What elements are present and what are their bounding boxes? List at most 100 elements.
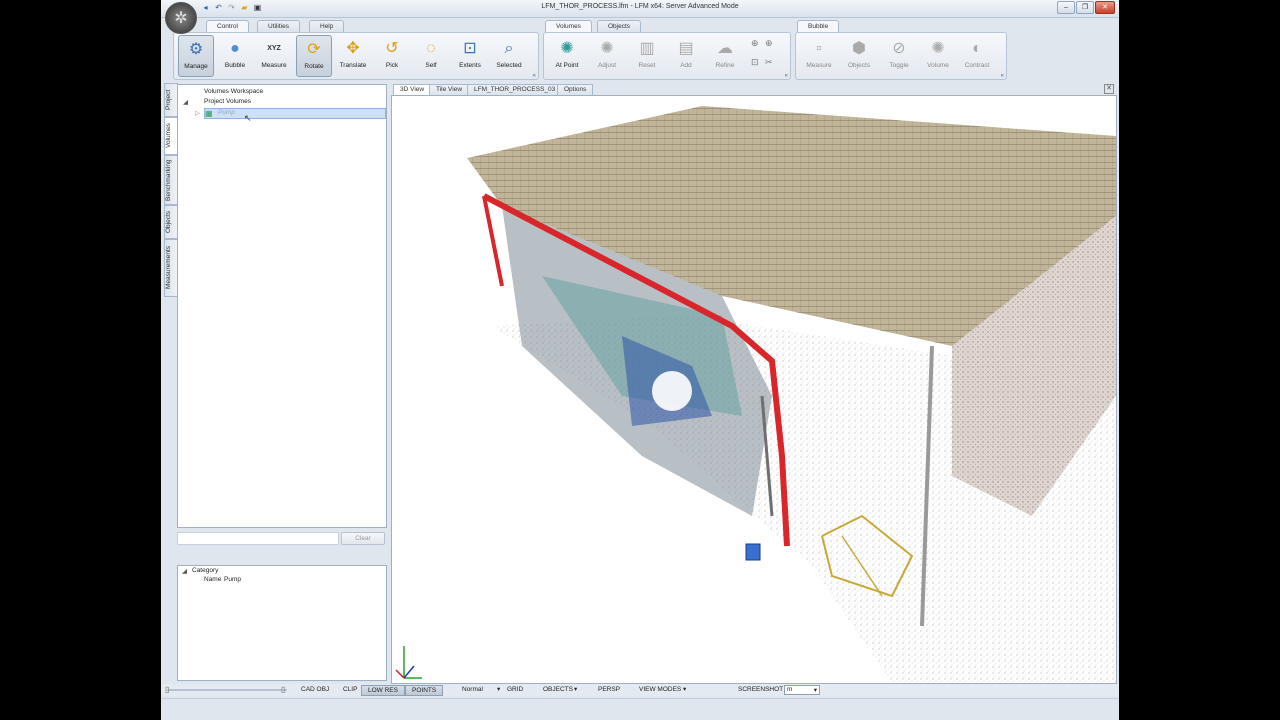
tree-project-volumes[interactable]: Project Volumes (204, 98, 251, 105)
volume-node-icon: ▦ (205, 109, 213, 118)
toggle-icon: ⊘ (892, 40, 906, 57)
clip-toggle[interactable]: CLIP (343, 686, 357, 693)
mouse-cursor-icon: ↖ (244, 113, 252, 123)
minimize-button[interactable]: – (1057, 1, 1075, 14)
at-point-button[interactable]: ✺ At Point (550, 35, 584, 75)
property-name-key: Name (204, 576, 222, 583)
objects-toggle[interactable]: OBJECTS (543, 686, 573, 693)
properties-panel: ◢ Category Name Pump (177, 565, 387, 681)
small-tool-1-icon[interactable]: ⊕ (751, 38, 761, 48)
tab-control[interactable]: Control (206, 20, 249, 32)
at-point-icon: ✺ (560, 40, 574, 57)
property-name-value[interactable]: Pump (224, 576, 241, 583)
bubble-objects-button[interactable]: ⬢ Objects (842, 35, 876, 75)
bottom-panel-strip (161, 698, 1119, 720)
grid-toggle[interactable]: GRID (507, 686, 523, 693)
window-controls: – ❐ ✕ (1057, 1, 1115, 14)
contrast-button[interactable]: ◐ Contrast (960, 35, 994, 75)
objects-dropdown-icon[interactable]: ▾ (574, 685, 577, 693)
adjust-button[interactable]: ✺ Adjust (590, 35, 624, 75)
close-view-icon[interactable]: ✕ (1104, 84, 1114, 94)
extents-button[interactable]: ⊡ Extents (453, 35, 487, 75)
tab-bubble[interactable]: Bubble (797, 20, 840, 32)
manage-button[interactable]: ⚙ Manage (178, 35, 214, 77)
small-tool-3-icon[interactable]: ⊡ (751, 57, 761, 67)
side-tab-benchmarking[interactable]: Benchmarking (164, 155, 178, 205)
translate-button[interactable]: ✥ Translate (336, 35, 370, 75)
unit-select[interactable]: m ▾ (784, 685, 820, 695)
measure-button[interactable]: XYZ Measure (257, 35, 291, 75)
tab-3d-view[interactable]: 3D View (393, 84, 432, 95)
application-menu-button[interactable]: ✲ (165, 2, 197, 34)
view-modes-dropdown-icon[interactable]: ▾ (683, 685, 686, 693)
reset-icon: ▥ (639, 40, 655, 57)
reset-button[interactable]: ▥ Reset (630, 35, 664, 75)
selected-icon: ⌕ (504, 40, 514, 57)
maximize-button[interactable]: ❐ (1076, 1, 1094, 14)
bubble-objects-icon: ⬢ (852, 40, 866, 57)
tab-volumes[interactable]: Volumes (545, 20, 592, 32)
self-button[interactable]: ◌ Self (414, 35, 448, 75)
volume-button[interactable]: ✺ Volume (921, 35, 955, 75)
adjust-icon: ✺ (600, 40, 614, 57)
add-button[interactable]: ▤ Add (669, 35, 703, 75)
screenshot-button[interactable]: SCREENSHOT (738, 686, 783, 693)
contrast-icon: ◐ (972, 40, 982, 57)
selected-button[interactable]: ⌕ Selected (492, 35, 526, 75)
side-tab-project[interactable]: Project (164, 83, 178, 117)
zoom-slider[interactable] (167, 689, 287, 691)
tab-utilities[interactable]: Utilities (257, 20, 300, 32)
app-logo-icon: ✲ (174, 10, 188, 27)
clear-button[interactable]: Clear (341, 532, 385, 545)
small-tool-2-icon[interactable]: ⊕ (765, 38, 775, 48)
bubble-measure-button[interactable]: ▫ Measure (802, 35, 836, 75)
bubble-button[interactable]: ● Bubble (218, 35, 252, 75)
side-tab-measurements[interactable]: Measurements (164, 239, 178, 297)
rotate-icon: ⟳ (307, 41, 321, 58)
tab-tile-view[interactable]: Tile View (429, 84, 470, 95)
category-label: Category (192, 567, 219, 574)
group-expand-icon[interactable]: « (533, 73, 536, 79)
tab-lfm-thor-process-03[interactable]: LFM_THOR_PROCESS_03 (467, 84, 563, 95)
persp-toggle[interactable]: PERSP (598, 686, 620, 693)
tree-collapse-icon[interactable]: ◢ (183, 98, 188, 106)
pick-button[interactable]: ↺ Pick (375, 35, 409, 75)
low-res-toggle[interactable]: LOW RES (361, 685, 405, 696)
self-icon: ◌ (426, 40, 436, 57)
pick-icon: ↺ (385, 40, 399, 57)
extents-icon: ⊡ (463, 40, 477, 57)
side-tab-objects[interactable]: Objects (164, 205, 178, 239)
category-collapse-icon[interactable]: ◢ (182, 567, 187, 575)
rotate-button[interactable]: ⟳ Rotate (296, 35, 332, 77)
refine-icon: ☁ (717, 40, 733, 57)
tree-expand-icon[interactable]: ▷ (195, 109, 200, 117)
volumes-ribbon-group: ✺ At Point ✺ Adjust ▥ Reset ▤ Add ☁ Refi… (543, 32, 791, 80)
slider-right-handle-icon[interactable]: ▯ (281, 685, 285, 694)
points-toggle[interactable]: POINTS (405, 685, 444, 696)
render-mode-dropdown-icon[interactable]: ▾ (497, 685, 500, 693)
tree-item-pump[interactable]: Pump (218, 109, 235, 116)
unit-value: m (787, 686, 793, 693)
add-icon: ▤ (678, 40, 694, 57)
small-tool-4-icon[interactable]: ✂ (765, 57, 775, 67)
render-mode-select[interactable]: Normal (462, 686, 483, 693)
side-tab-volumes[interactable]: Volumes (164, 117, 178, 155)
point-cloud-render[interactable] (392, 96, 1116, 683)
translate-icon: ✥ (346, 40, 360, 57)
group-expand-icon[interactable]: « (1001, 73, 1004, 79)
cad-obj-toggle[interactable]: CAD OBJ (301, 686, 329, 693)
tab-objects[interactable]: Objects (597, 20, 642, 32)
view-modes-menu[interactable]: VIEW MODES (639, 686, 681, 693)
tree-search-input[interactable] (177, 532, 339, 545)
tab-options[interactable]: Options (557, 84, 594, 95)
tree-root-volumes-workspace[interactable]: Volumes Workspace (204, 88, 263, 95)
title-bar: ◂ ↶ ↷ ▰ ▣ LFM_THOR_PROCESS.lfm - LFM x64… (161, 0, 1119, 18)
control-ribbon-group: ⚙ Manage ● Bubble XYZ Measure ⟳ Rotate ✥… (173, 32, 539, 80)
toggle-button[interactable]: ⊘ Toggle (882, 35, 916, 75)
refine-button[interactable]: ☁ Refine (708, 35, 742, 75)
close-button[interactable]: ✕ (1095, 1, 1115, 14)
tab-help[interactable]: Help (309, 20, 345, 32)
3d-viewport[interactable] (391, 95, 1117, 684)
group-expand-icon[interactable]: « (785, 73, 788, 79)
slider-left-handle-icon[interactable]: ▯ (165, 685, 169, 694)
